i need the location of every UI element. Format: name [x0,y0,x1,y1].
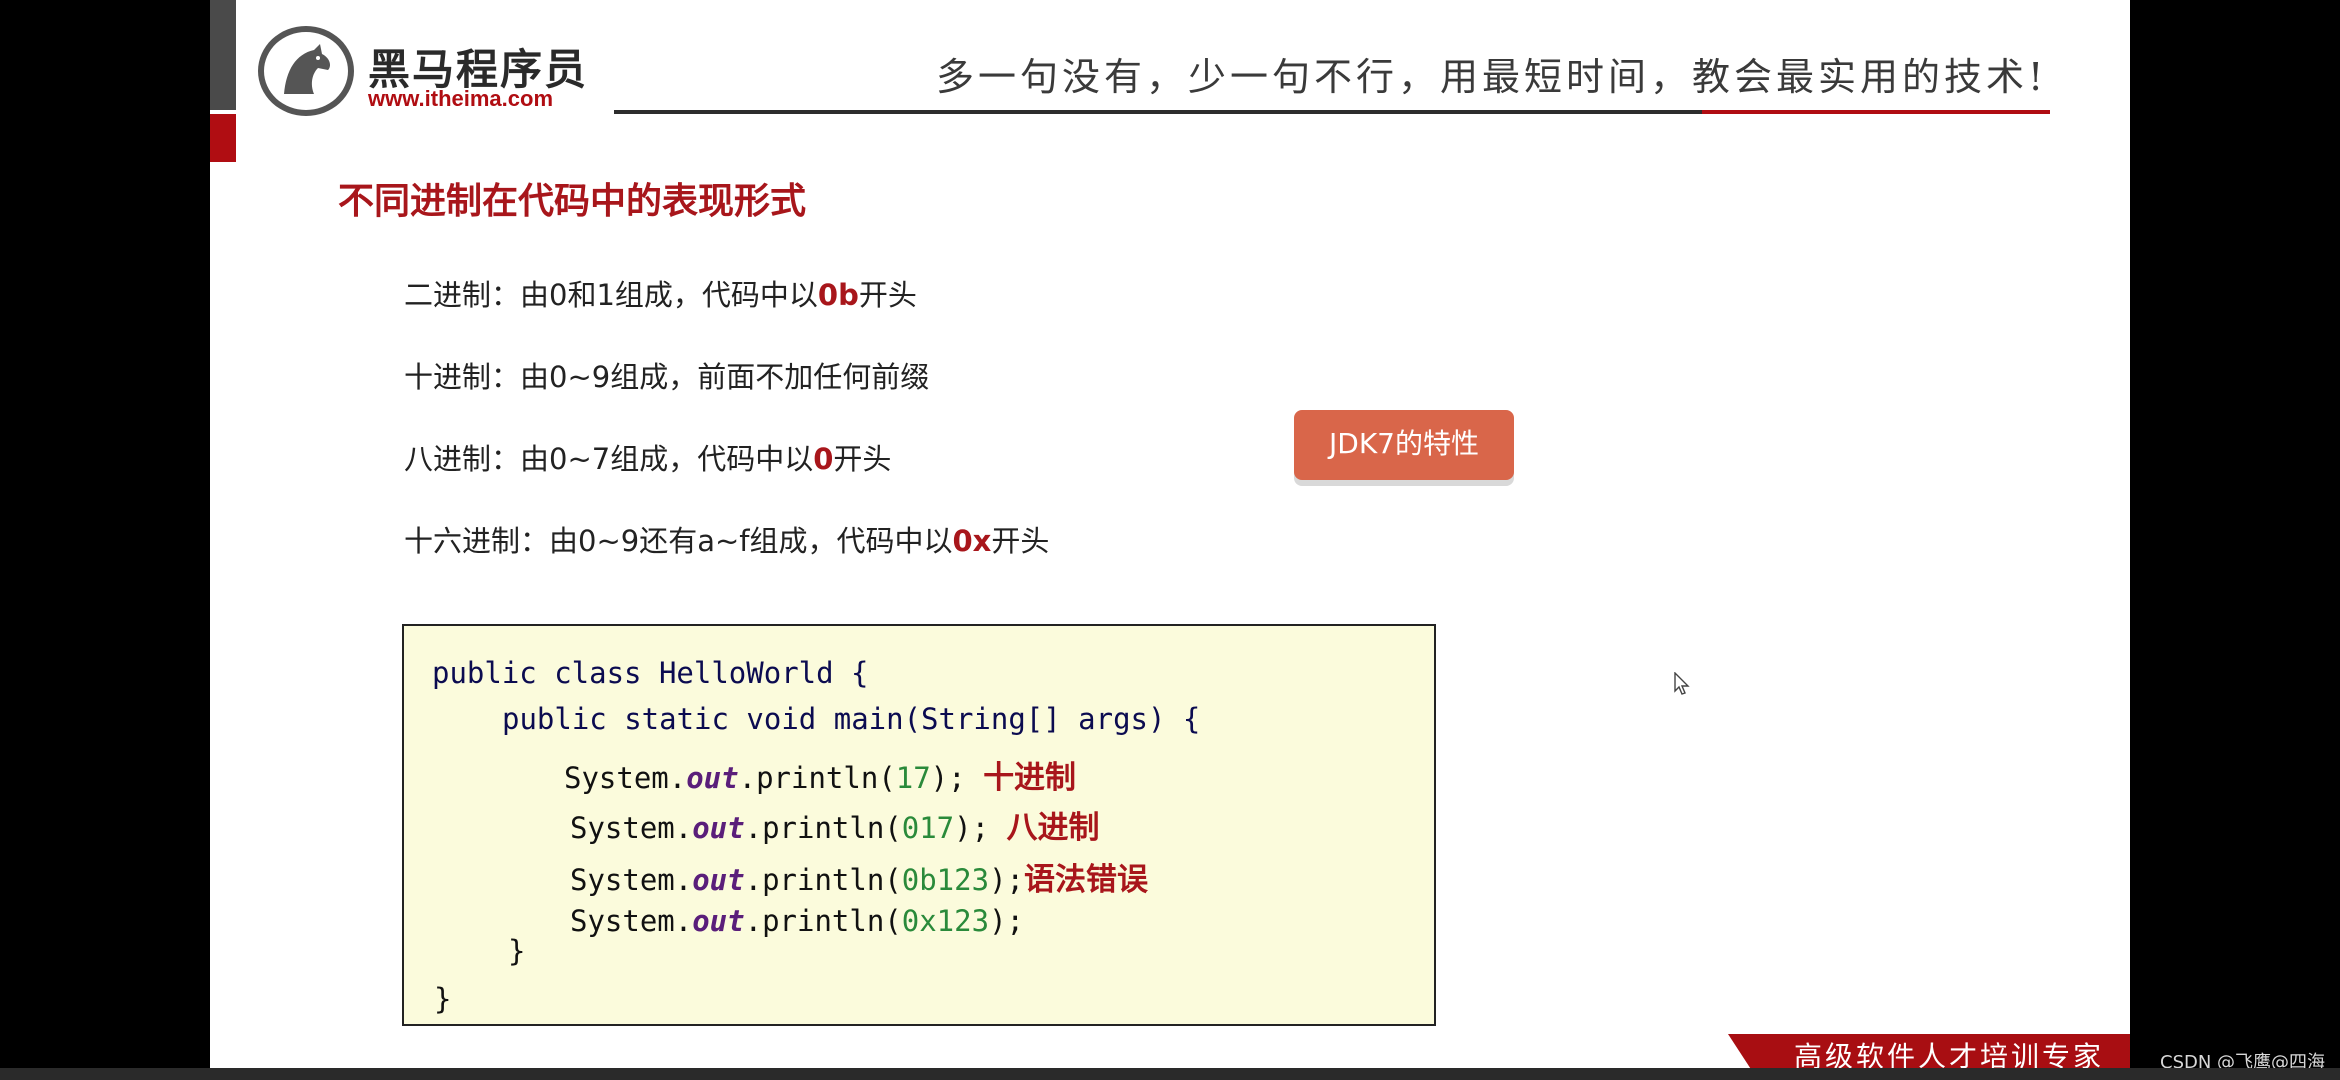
item-hex: 十六进制：由0~9还有a~f组成，代码中以0x开头 [404,518,1049,560]
mouse-cursor-icon [1674,672,1690,695]
item-prefix: 0 [813,442,834,476]
code-line-println: System.out.println(0b123);语法错误 [570,862,1148,898]
bottom-bar [0,1068,2340,1080]
section-title: 不同进制在代码中的表现形式 [338,181,807,222]
item-suffix: 开头 [991,524,1050,558]
code-line-println: System.out.println(17); 十进制 [564,760,1077,796]
item-label: 十六进制：由0~9还有a~f组成，代码中以 [404,524,953,558]
item-label: 二进制：由0和1组成，代码中以 [404,278,818,312]
item-prefix: 0b [817,278,859,312]
item-label: 十进制：由0~9组成，前面不加任何前缀 [404,360,930,394]
item-label: 八进制：由0~7组成，代码中以 [404,442,814,476]
code-block: public class HelloWorld { public static … [402,624,1436,1026]
accent-bar-red [210,114,236,162]
item-decimal: 十进制：由0~9组成，前面不加任何前缀 [404,354,929,396]
slogan: 多一句没有，少一句不行，用最短时间，教会最实用的技术! [936,55,2048,99]
item-suffix: 开头 [833,442,892,476]
item-binary: 二进制：由0和1组成，代码中以0b开头 [404,272,917,314]
code-brace-inner: } [508,934,526,968]
code-line-println: System.out.println(017); 八进制 [570,810,1100,846]
code-line-println: System.out.println(0x123); [570,904,1024,938]
logo-url: www.itheima.com [368,86,554,111]
accent-bar-gray [210,0,236,110]
header-divider-accent [1702,110,2050,114]
code-line-class: public class HelloWorld { [432,656,869,690]
code-brace-outer: } [434,982,452,1016]
code-comment: 语法错误 [1023,862,1148,898]
code-line-main: public static void main(String[] args) { [502,702,1201,736]
item-octal: 八进制：由0~7组成，代码中以0开头 [404,436,891,478]
horse-logo-icon [258,26,354,116]
item-suffix: 开头 [858,278,917,312]
code-comment: 八进制 [1006,810,1100,846]
jdk7-badge: JDK7的特性 [1294,410,1514,480]
item-prefix: 0x [952,524,992,558]
slide: 黑马程序员 www.itheima.com 多一句没有，少一句不行，用最短时间，… [210,0,2130,1068]
code-comment: 十进制 [983,760,1077,796]
